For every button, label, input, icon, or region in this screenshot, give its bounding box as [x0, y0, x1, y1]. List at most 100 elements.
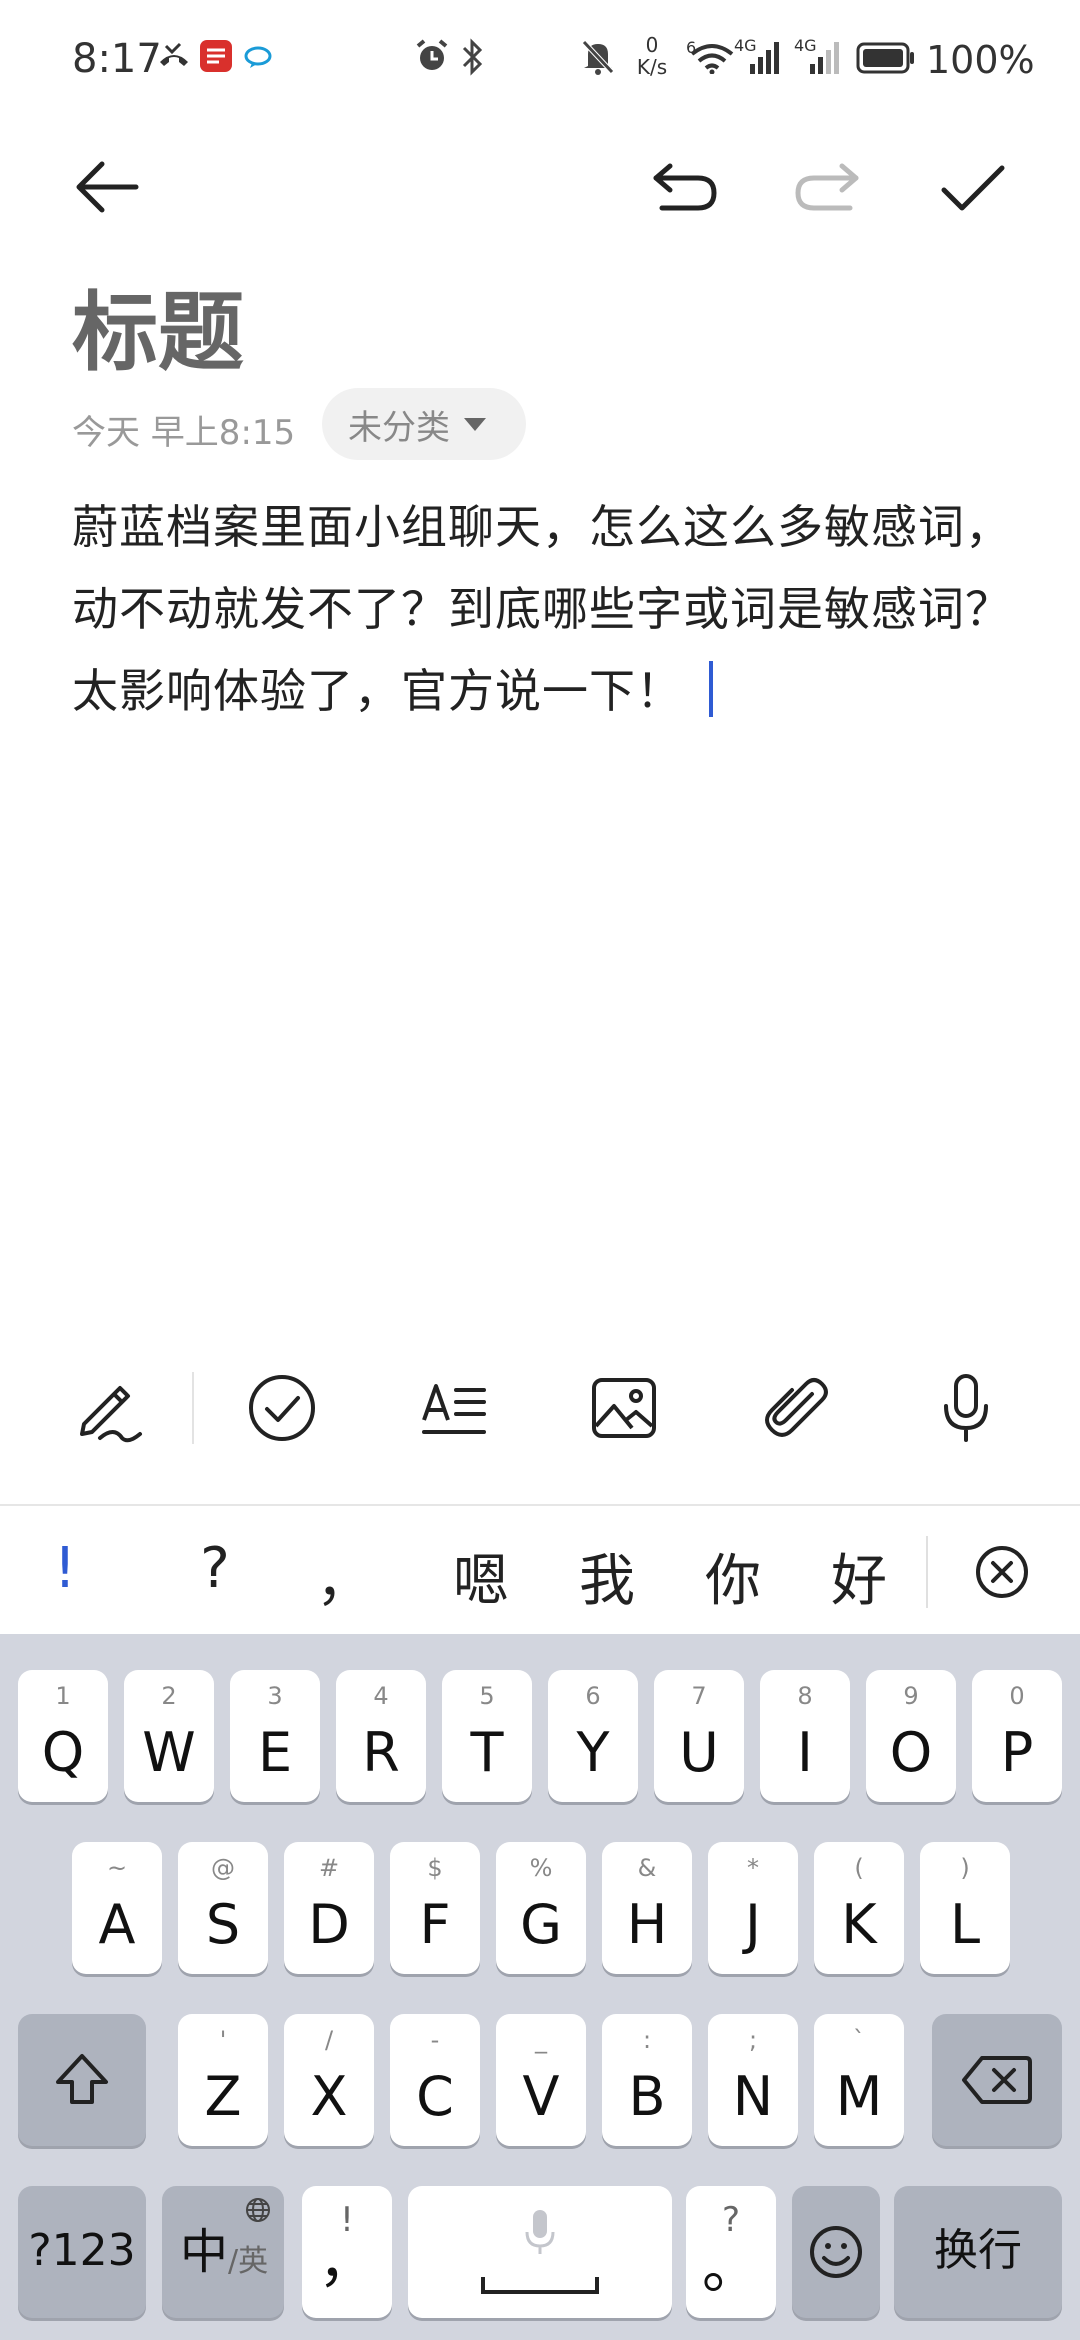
key-w[interactable]: 2W [124, 1670, 214, 1802]
key-v[interactable]: _ V [496, 2014, 586, 2146]
suggestion-item[interactable]: ， [316, 1536, 372, 1617]
note-title[interactable]: 标题 [72, 262, 244, 387]
key-label: G [520, 1893, 562, 1956]
key-z[interactable]: ' Z [178, 2014, 268, 2146]
key-hint: - [430, 2026, 440, 2054]
suggestion-item[interactable]: 你 [698, 1536, 768, 1617]
status-time: 8:17 [72, 36, 162, 82]
symbols-key[interactable]: ?123 [18, 2186, 146, 2318]
key-label: T [470, 1721, 504, 1784]
net-speed-unit: K/s [636, 55, 668, 79]
enter-key[interactable]: 换行 [894, 2186, 1062, 2318]
key-hint: 7 [691, 1682, 707, 1710]
key-label: D [308, 1893, 350, 1956]
key-hint: 0 [1009, 1682, 1025, 1710]
bluetooth-icon [462, 38, 483, 76]
key-b[interactable]: :B [602, 2014, 692, 2146]
key-label: H [626, 1893, 668, 1956]
note-date: 今天 早上8:15 [72, 413, 296, 453]
checklist-icon[interactable] [242, 1368, 322, 1448]
backspace-key[interactable] [932, 2014, 1062, 2146]
arrow-left-icon[interactable] [72, 152, 142, 222]
key-t[interactable]: 5T [442, 1670, 532, 1802]
keyboard: 1Q2W3E4R5T6Y7U8I9O0P ~ A @ S # D $ F% G & H * J(K) L … [0, 1634, 1080, 2340]
key-hint: _ [535, 2026, 547, 2054]
suggestion-item[interactable]: 我 [572, 1536, 642, 1617]
redo-icon[interactable] [792, 160, 864, 216]
signal-icon [750, 42, 779, 74]
key-j[interactable]: * J [708, 1842, 798, 1974]
key-label: W [142, 1721, 196, 1784]
key-label: I [797, 1721, 813, 1784]
checkmark-icon[interactable] [938, 158, 1008, 218]
suggestion-item[interactable]: 好 [824, 1536, 894, 1617]
key-y[interactable]: 6Y [548, 1670, 638, 1802]
comma-key[interactable]: ! ， [302, 2186, 392, 2318]
key-c[interactable]: -C [390, 2014, 480, 2146]
emoji-key[interactable] [792, 2186, 880, 2318]
note-body[interactable]: 蔚蓝档案里面小组聊天，怎么这么多敏感词，动不动就发不了？到底哪些字或词是敏感词？… [72, 486, 1012, 732]
attachment-icon[interactable] [756, 1368, 836, 1448]
key-r[interactable]: 4R [336, 1670, 426, 1802]
chat-icon [244, 46, 272, 68]
suggestion-divider [926, 1536, 928, 1608]
key-label: O [889, 1721, 933, 1784]
key-h[interactable]: & H [602, 1842, 692, 1974]
key-l[interactable]: ) L [920, 1842, 1010, 1974]
format-toolbar [0, 1350, 1080, 1460]
key-x[interactable]: / X [284, 2014, 374, 2146]
key-label: P [1000, 1721, 1034, 1784]
key-d[interactable]: # D [284, 1842, 374, 1974]
key-label: Z [204, 2065, 242, 2128]
network-speed: 0 K/s [632, 34, 672, 78]
suggestion-item[interactable]: ! [40, 1536, 90, 1601]
key-u[interactable]: 7U [654, 1670, 744, 1802]
top-toolbar [0, 140, 1080, 250]
key-p[interactable]: 0P [972, 1670, 1062, 1802]
key-label: K [841, 1893, 877, 1956]
key-k[interactable]: (K [814, 1842, 904, 1974]
key-n[interactable]: ; N [708, 2014, 798, 2146]
image-icon[interactable] [584, 1368, 664, 1448]
text-format-icon[interactable] [414, 1368, 494, 1448]
key-label: A [98, 1893, 136, 1956]
note-body-text: 蔚蓝档案里面小组聊天，怎么这么多敏感词，动不动就发不了？到底哪些字或词是敏感词？… [72, 500, 1012, 718]
key-hint: ) [960, 1854, 970, 1882]
spacebar-icon [481, 2277, 599, 2294]
key-i[interactable]: 8I [760, 1670, 850, 1802]
close-circle-icon[interactable] [974, 1544, 1030, 1600]
key-q[interactable]: 1Q [18, 1670, 108, 1802]
enter-key-label: 换行 [934, 2225, 1022, 2276]
period-key[interactable]: ? 。 [686, 2186, 776, 2318]
undo-icon[interactable] [648, 160, 720, 216]
suggestion-item[interactable]: 嗯 [446, 1536, 516, 1617]
key-hint: ' [219, 2026, 227, 2054]
wifi-icon [690, 44, 734, 74]
alarm-icon [416, 39, 448, 70]
key-m[interactable]: ` M [814, 2014, 904, 2146]
key-label: F [419, 1893, 451, 1956]
category-dropdown[interactable]: 未分类 [322, 388, 526, 460]
key-g[interactable]: % G [496, 1842, 586, 1974]
key-label: C [416, 2065, 454, 2128]
key-o[interactable]: 9O [866, 1670, 956, 1802]
key-e[interactable]: 3E [230, 1670, 320, 1802]
key-label: E [257, 1721, 293, 1784]
key-hint: / [324, 2026, 334, 2054]
key-s[interactable]: @ S [178, 1842, 268, 1974]
language-switch-key[interactable]: 中 /英 [162, 2186, 284, 2318]
suggestion-item[interactable]: ? [190, 1536, 240, 1601]
space-key[interactable] [408, 2186, 672, 2318]
key-a[interactable]: ~ A [72, 1842, 162, 1974]
key-hint: & [637, 1854, 657, 1882]
signal-icon-2 [810, 42, 839, 74]
handwriting-icon[interactable] [70, 1368, 150, 1448]
microphone-icon[interactable] [926, 1368, 1006, 1448]
key-hint: ~ [106, 1854, 128, 1882]
shift-key[interactable] [18, 2014, 146, 2146]
toolbar-divider [192, 1372, 194, 1444]
key-f[interactable]: $ F [390, 1842, 480, 1974]
key-hint: $ [427, 1854, 443, 1882]
key-hint: ( [854, 1854, 864, 1882]
key-label: B [628, 2065, 666, 2128]
